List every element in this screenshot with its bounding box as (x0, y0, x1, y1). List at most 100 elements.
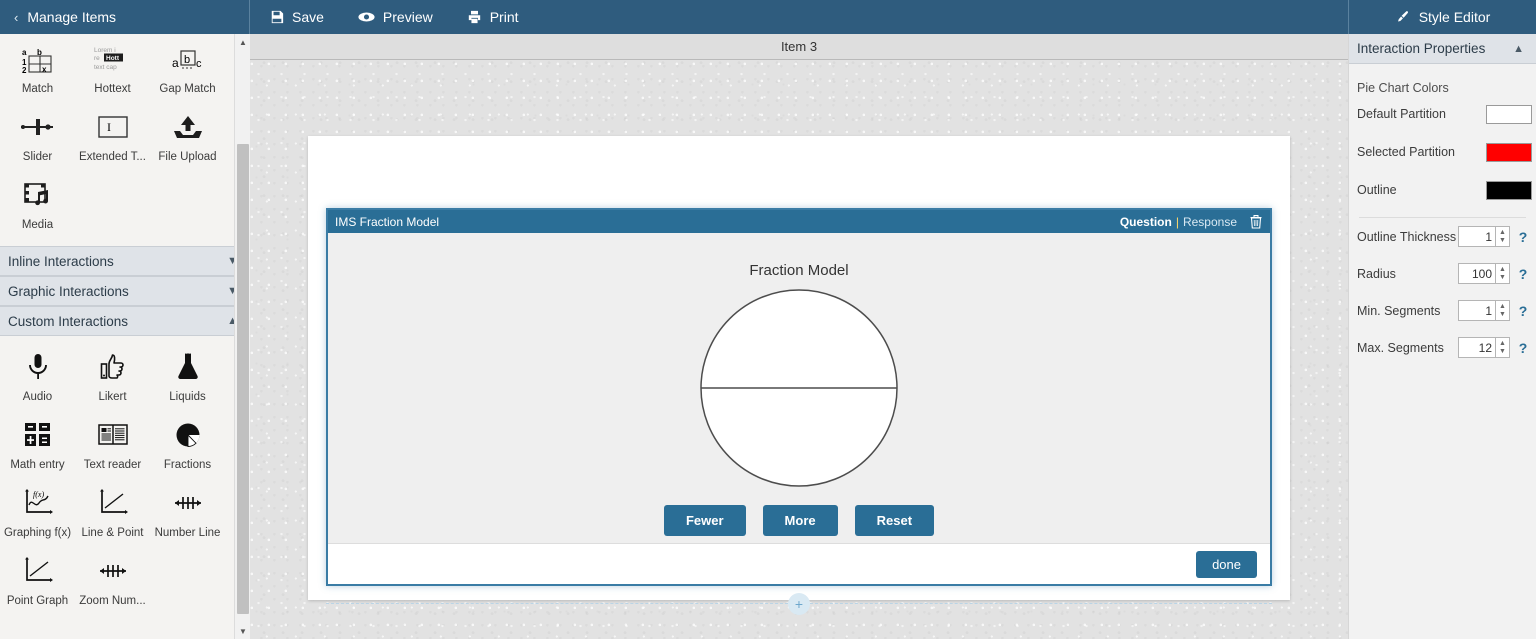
trash-icon[interactable] (1250, 215, 1262, 229)
scrollbar-thumb[interactable] (237, 144, 249, 614)
manage-items-back-button[interactable]: ‹ Manage Items (0, 0, 250, 34)
fewer-button[interactable]: Fewer (664, 505, 746, 536)
floppy-disk-icon (270, 10, 284, 24)
gap-match-icon: a b c (170, 38, 206, 80)
slider-icon (19, 106, 57, 148)
palette-item-zoom-number-line[interactable]: Zoom Num... (75, 544, 150, 612)
min-segments-stepper[interactable]: ▲▼ (1496, 300, 1510, 321)
palette-label: Math entry (10, 459, 64, 472)
fraction-pie-chart[interactable] (699, 288, 899, 491)
max-segments-stepper[interactable]: ▲▼ (1496, 337, 1510, 358)
palette-item-liquids[interactable]: Liquids (150, 340, 225, 408)
svg-text:I: I (107, 120, 111, 134)
section-title: Graphic Interactions (8, 284, 129, 299)
selected-partition-color-swatch[interactable] (1486, 143, 1532, 162)
outline-thickness-help-icon[interactable]: ? (1510, 229, 1536, 245)
outline-thickness-stepper[interactable]: ▲▼ (1496, 226, 1510, 247)
section-title: Custom Interactions (8, 314, 128, 329)
palette-label: File Upload (158, 151, 216, 164)
sidebar-scroll-area: a b 1 2 x Match (0, 34, 250, 639)
plus-circle-icon[interactable]: + (788, 593, 810, 615)
interaction-footer: done (328, 543, 1270, 584)
palette-item-gap-match[interactable]: a b c Gap Match (150, 34, 225, 100)
palette-item-likert[interactable]: Likert (75, 340, 150, 408)
sidebar-section-graphic-interactions[interactable]: Graphic Interactions ▼ (0, 276, 250, 306)
outline-thickness-label: Outline Thickness (1357, 230, 1458, 244)
hottext-icon: Lorem i re Hott text cap (93, 38, 133, 80)
printer-icon (467, 10, 482, 24)
svg-text:Lorem i: Lorem i (94, 47, 116, 54)
preview-button[interactable]: Preview (358, 9, 433, 25)
palette-item-media[interactable]: Media (0, 168, 75, 236)
scroll-up-arrow-icon[interactable]: ▲ (235, 34, 251, 50)
sidebar-section-inline-interactions[interactable]: Inline Interactions ▼ (0, 246, 250, 276)
svg-text:x: x (42, 65, 47, 74)
palette-item-text-reader[interactable]: Text reader (75, 408, 150, 476)
palette-item-math-entry[interactable]: Math entry (0, 408, 75, 476)
palette-item-file-upload[interactable]: File Upload (150, 100, 225, 168)
eye-icon (358, 11, 375, 23)
question-tab[interactable]: Question (1120, 215, 1172, 229)
palette-item-number-line[interactable]: Number Line (150, 476, 225, 544)
fraction-model-interaction[interactable]: IMS Fraction Model Question | Response (326, 208, 1272, 586)
save-button[interactable]: Save (270, 9, 324, 25)
svg-text:text cap: text cap (94, 64, 117, 71)
style-editor-header[interactable]: Style Editor (1348, 0, 1536, 34)
radius-row: Radius 100 ▲▼ ? (1349, 255, 1536, 292)
top-toolbar: ‹ Manage Items Save Preview Print (0, 0, 1536, 34)
palette-item-point-graph[interactable]: Point Graph (0, 544, 75, 612)
palette-item-hottext[interactable]: Lorem i re Hott text cap Hottext (75, 34, 150, 100)
pie-chart-colors-group-label: Pie Chart Colors (1349, 64, 1536, 95)
default-partition-label: Default Partition (1357, 107, 1446, 121)
sidebar-top-icon-grid: a b 1 2 x Match (0, 34, 250, 246)
palette-item-fractions[interactable]: Fractions (150, 408, 225, 476)
sidebar-section-custom-interactions[interactable]: Custom Interactions ▲ (0, 306, 250, 336)
reset-button[interactable]: Reset (855, 505, 934, 536)
svg-text:b: b (184, 54, 190, 66)
extended-text-icon: I (96, 106, 130, 148)
radius-label: Radius (1357, 267, 1458, 281)
sidebar-scrollbar[interactable]: ▲ ▼ (234, 34, 250, 639)
palette-item-match[interactable]: a b 1 2 x Match (0, 34, 75, 100)
radius-help-icon[interactable]: ? (1510, 266, 1536, 282)
outline-color-swatch[interactable] (1486, 181, 1532, 200)
more-button[interactable]: More (763, 505, 838, 536)
response-tab[interactable]: Response (1183, 215, 1237, 229)
app-root: ‹ Manage Items Save Preview Print (0, 0, 1536, 639)
svg-text:a: a (22, 48, 27, 57)
palette-label: Hottext (94, 83, 130, 96)
palette-label: Gap Match (159, 83, 215, 96)
min-segments-input[interactable]: 1 (1458, 300, 1496, 321)
max-segments-input[interactable]: 12 (1458, 337, 1496, 358)
interaction-properties-section[interactable]: Interaction Properties ▲ (1349, 34, 1536, 64)
section-title: Inline Interactions (8, 254, 114, 269)
default-partition-color-swatch[interactable] (1486, 105, 1532, 124)
interaction-header-actions: Question | Response (1120, 215, 1262, 229)
palette-item-extended-text[interactable]: I Extended T... (75, 100, 150, 168)
palette-item-graphing-fx[interactable]: f(x) Graphing f(x) (0, 476, 75, 544)
min-segments-label: Min. Segments (1357, 304, 1458, 318)
palette-label: Fractions (164, 459, 211, 472)
chevron-up-icon: ▲ (1513, 43, 1524, 55)
function-graph-icon: f(x) (21, 482, 55, 524)
selected-partition-label: Selected Partition (1357, 145, 1455, 159)
flask-icon (175, 346, 201, 388)
svg-text:re: re (94, 55, 100, 62)
radius-stepper[interactable]: ▲▼ (1496, 263, 1510, 284)
outline-thickness-input[interactable]: 1 (1458, 226, 1496, 247)
svg-text:2: 2 (22, 66, 27, 74)
palette-item-line-and-point[interactable]: Line & Point (75, 476, 150, 544)
scroll-down-arrow-icon[interactable]: ▼ (235, 623, 251, 639)
max-segments-help-icon[interactable]: ? (1510, 340, 1536, 356)
palette-item-audio[interactable]: Audio (0, 340, 75, 408)
palette-item-slider[interactable]: Slider (0, 100, 75, 168)
done-button[interactable]: done (1196, 551, 1257, 578)
interaction-header: IMS Fraction Model Question | Response (328, 210, 1270, 233)
chevron-left-icon: ‹ (14, 10, 18, 25)
file-upload-icon (172, 106, 204, 148)
outline-row: Outline (1349, 171, 1536, 209)
radius-input[interactable]: 100 (1458, 263, 1496, 284)
min-segments-help-icon[interactable]: ? (1510, 303, 1536, 319)
print-button[interactable]: Print (467, 9, 519, 25)
palette-label: Extended T... (79, 151, 146, 164)
